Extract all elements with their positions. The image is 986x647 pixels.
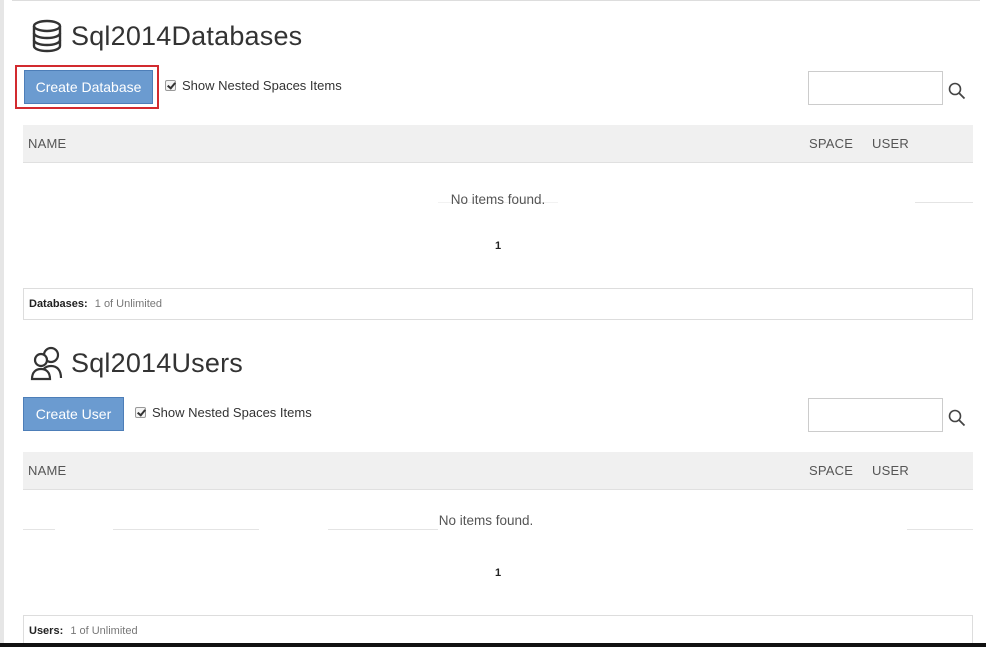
users-section: Sql2014Users Create User Show Nested Spa…: [23, 0, 973, 647]
left-border: [0, 0, 4, 647]
users-col-name[interactable]: NAME: [28, 463, 66, 478]
users-row-line-4: [907, 529, 973, 530]
users-quota-value: 1 of Unlimited: [70, 625, 138, 637]
users-search-icon[interactable]: [948, 409, 966, 427]
users-quota-label: Users:: [29, 625, 64, 637]
users-nested-checkbox[interactable]: [135, 407, 146, 418]
users-table-header: NAME SPACE USER: [23, 452, 973, 490]
create-user-button[interactable]: Create User: [23, 397, 124, 431]
users-row-line-3: [328, 529, 438, 530]
page: Sql2014Databases Create Database Show Ne…: [0, 0, 986, 647]
users-row-line-2: [113, 529, 259, 530]
bottom-bar: [0, 643, 986, 647]
users-nested-toggle[interactable]: Show Nested Spaces Items: [135, 405, 312, 420]
users-search-input[interactable]: [808, 398, 943, 432]
users-empty-message: No items found.: [438, 513, 534, 528]
users-icon: [30, 346, 63, 381]
users-title: Sql2014Users: [71, 347, 243, 378]
users-row-line-1: [23, 529, 55, 530]
users-col-user[interactable]: USER: [872, 463, 909, 478]
users-title-row: Sql2014Users: [30, 343, 243, 383]
users-col-space[interactable]: SPACE: [809, 463, 853, 478]
users-pager-current[interactable]: 1: [23, 567, 973, 579]
users-nested-label: Show Nested Spaces Items: [152, 405, 312, 420]
